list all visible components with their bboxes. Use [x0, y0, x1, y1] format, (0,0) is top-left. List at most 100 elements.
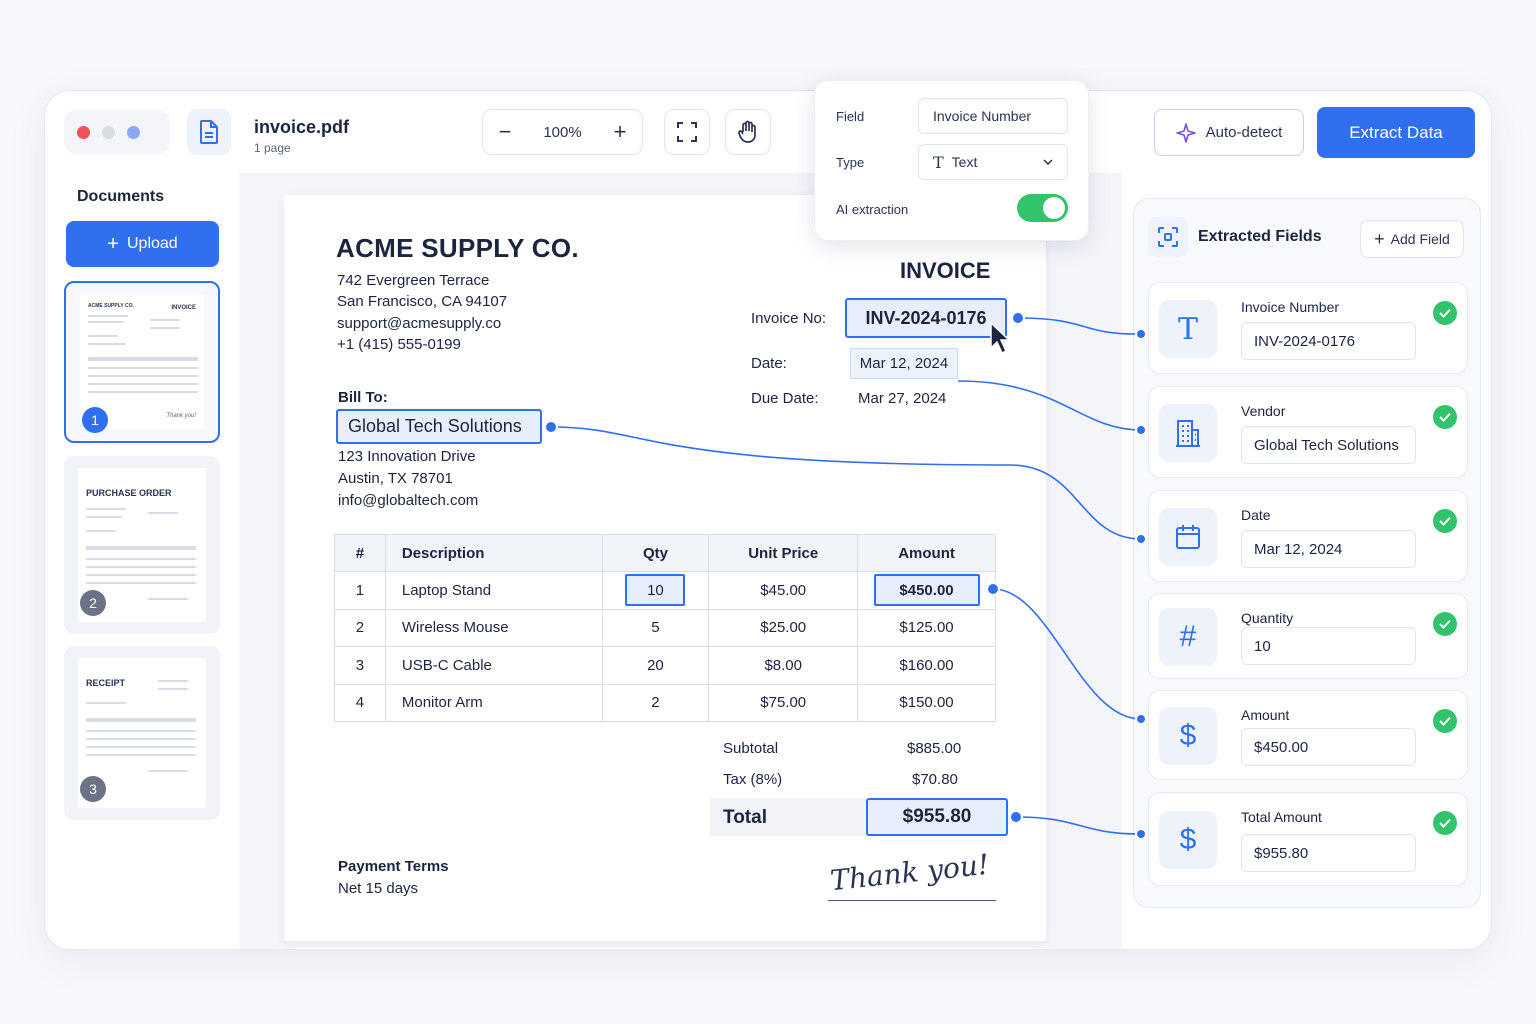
thumbnail-page-1[interactable]: ACME SUPPLY CO. INVOICE Thank you! 1 — [64, 281, 220, 443]
amount-highlight[interactable]: $450.00 — [873, 574, 980, 607]
signature-line — [828, 900, 996, 901]
field-value-input[interactable]: $955.80 — [1241, 834, 1416, 872]
field-label: Date — [1241, 507, 1271, 523]
field-label: Total Amount — [1241, 809, 1322, 825]
row-index: 1 — [334, 571, 386, 610]
type-value: Text — [951, 154, 978, 170]
add-field-button[interactable]: + Add Field — [1360, 220, 1464, 258]
date-label: Date: — [751, 355, 787, 372]
type-label: Type — [836, 155, 865, 170]
zoom-out-button[interactable]: − — [496, 121, 514, 143]
thumbnail-page-3[interactable]: RECEIPT 3 — [64, 646, 220, 820]
table-row: 2 Wireless Mouse 5 $25.00 $125.00 — [334, 608, 996, 647]
auto-detect-button[interactable]: Auto-detect — [1154, 109, 1304, 156]
field-value-input[interactable]: $450.00 — [1241, 728, 1416, 766]
date-highlight[interactable]: Mar 12, 2024 — [850, 348, 958, 379]
thumbnail-heading: PURCHASE ORDER — [86, 488, 172, 498]
maximize-dot[interactable] — [127, 125, 140, 139]
item-qty: 20 — [601, 646, 710, 685]
item-qty: 2 — [601, 683, 710, 722]
item-description: Wireless Mouse — [384, 608, 603, 647]
dollar-icon: $ — [1159, 707, 1217, 765]
check-icon — [1433, 509, 1457, 533]
extracted-field-card[interactable]: T Invoice Number INV-2024-0176 — [1148, 282, 1468, 374]
bill-to-address-line: Austin, TX 78701 — [338, 470, 453, 487]
tax-value: $70.80 — [912, 771, 958, 788]
pan-tool-button[interactable] — [725, 109, 771, 155]
item-unit-price: $45.00 — [708, 571, 859, 610]
item-description: Monitor Arm — [384, 683, 603, 722]
item-unit-price: $75.00 — [708, 683, 859, 722]
item-amount: $450.00 — [857, 571, 996, 610]
ai-extraction-toggle[interactable] — [1017, 194, 1068, 222]
thumbnail-heading: ACME SUPPLY CO. — [88, 303, 134, 309]
close-dot[interactable] — [77, 125, 90, 139]
item-qty: 10 — [601, 571, 710, 610]
total-highlight[interactable]: $955.80 — [866, 798, 1008, 836]
subtotal-label: Subtotal — [723, 740, 779, 757]
zoom-control: − 100% + — [482, 109, 643, 155]
upload-label: Upload — [126, 235, 178, 252]
field-label: Quantity — [1241, 610, 1294, 626]
column-header: Qty — [601, 534, 710, 572]
item-description: Laptop Stand — [384, 571, 603, 610]
table-row: 3 USB-C Cable 20 $8.00 $160.00 — [334, 646, 996, 685]
thumbnail-page-2[interactable]: PURCHASE ORDER 2 — [64, 456, 220, 634]
extracted-field-card[interactable]: Vendor Global Tech Solutions — [1148, 386, 1468, 478]
thumbnail-signature: Thank you! — [166, 413, 196, 419]
company-address-line: 742 Evergreen Terrace — [337, 272, 490, 289]
table-header-row: # Description Qty Unit Price Amount — [334, 534, 996, 572]
add-field-label: Add Field — [1390, 231, 1450, 247]
table-row: 1 Laptop Stand 10 $45.00 $450.00 — [334, 571, 996, 610]
item-unit-price: $8.00 — [708, 646, 859, 685]
qty-highlight[interactable]: 10 — [625, 574, 686, 607]
subtotal-value: $885.00 — [907, 740, 962, 757]
line-items-table: # Description Qty Unit Price Amount 1 La… — [334, 534, 996, 722]
text-type-icon: T — [933, 152, 944, 172]
item-description: USB-C Cable — [384, 646, 603, 685]
hand-icon — [738, 120, 756, 143]
ai-extraction-label: AI extraction — [836, 202, 909, 217]
due-date-value: Mar 27, 2024 — [858, 390, 947, 407]
invoice-number-highlight[interactable]: INV-2024-0176 — [845, 298, 1007, 338]
company-name: ACME SUPPLY CO. — [336, 233, 579, 263]
type-select[interactable]: T Text — [918, 144, 1068, 180]
extracted-field-card[interactable]: $ Amount $450.00 — [1148, 690, 1468, 780]
field-value-input[interactable]: INV-2024-0176 — [1241, 322, 1416, 360]
minimize-dot[interactable] — [102, 125, 115, 139]
extracted-field-card[interactable]: $ Total Amount $955.80 — [1148, 792, 1468, 886]
invoice-no-label: Invoice No: — [751, 310, 827, 327]
bill-to-name-highlight[interactable]: Global Tech Solutions — [336, 409, 542, 444]
column-header: Description — [384, 534, 603, 572]
page-number-badge: 1 — [82, 407, 108, 433]
file-icon — [187, 109, 231, 155]
field-label: Invoice Number — [1241, 299, 1340, 315]
column-header: Unit Price — [708, 534, 859, 572]
payment-terms-label: Payment Terms — [338, 858, 449, 875]
extracted-fields-heading: Extracted Fields — [1198, 228, 1322, 245]
item-amount: $160.00 — [857, 646, 996, 685]
field-value-input[interactable]: Mar 12, 2024 — [1241, 530, 1416, 568]
page-number-badge: 3 — [80, 776, 106, 802]
fit-screen-button[interactable] — [664, 109, 710, 155]
extract-data-button[interactable]: Extract Data — [1317, 107, 1475, 158]
row-index: 3 — [334, 646, 386, 685]
upload-button[interactable]: + Upload — [66, 221, 219, 267]
plus-icon: + — [1374, 229, 1385, 249]
zoom-level: 100% — [543, 123, 582, 141]
field-name-input[interactable]: Invoice Number — [918, 98, 1068, 134]
payment-terms-value: Net 15 days — [338, 880, 419, 897]
item-amount: $150.00 — [857, 683, 996, 722]
page-number-badge: 2 — [80, 590, 106, 616]
field-value-input[interactable]: 10 — [1241, 627, 1416, 665]
extracted-field-card[interactable]: # Quantity 10 — [1148, 593, 1468, 679]
item-unit-price: $25.00 — [708, 608, 859, 647]
field-value-input[interactable]: Global Tech Solutions — [1241, 426, 1416, 464]
extracted-field-card[interactable]: Date Mar 12, 2024 — [1148, 490, 1468, 582]
zoom-in-button[interactable]: + — [611, 121, 629, 143]
hash-icon: # — [1159, 608, 1217, 666]
due-date-label: Due Date: — [751, 390, 819, 407]
bill-to-label: Bill To: — [338, 389, 388, 406]
dollar-icon: $ — [1159, 811, 1217, 869]
company-address-line: San Francisco, CA 94107 — [337, 293, 508, 310]
